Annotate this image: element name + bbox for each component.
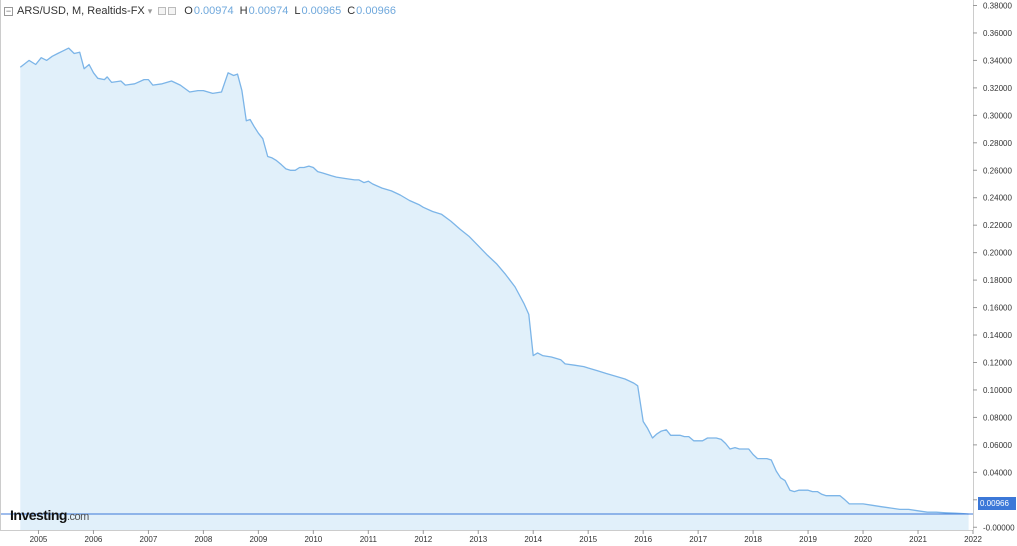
logo-brand: Investing xyxy=(10,507,67,523)
x-tick-label: 2005 xyxy=(30,535,48,544)
x-tick-label: 2017 xyxy=(689,535,707,544)
x-tick-label: 2007 xyxy=(140,535,158,544)
chart-legend: − ARS/USD, M, Realtids-FX ▾ O 0.00974 H 0.… xyxy=(4,3,396,19)
x-tick-label: 2010 xyxy=(304,535,322,544)
high-key: H xyxy=(239,5,248,17)
y-tick-label: 0.38000 xyxy=(983,1,1012,10)
x-tick-label: 2012 xyxy=(414,535,432,544)
x-tick-label: 2016 xyxy=(634,535,652,544)
open-value: 0.00974 xyxy=(193,5,234,17)
y-tick-label: 0.18000 xyxy=(983,276,1012,285)
collapse-icon[interactable]: − xyxy=(4,6,13,16)
x-tick-label: 2006 xyxy=(85,535,103,544)
x-tick-label: 2014 xyxy=(524,535,542,544)
high-value: 0.00974 xyxy=(248,5,289,17)
close-value: 0.00966 xyxy=(356,5,396,17)
x-tick-label: 2008 xyxy=(194,535,212,544)
y-tick-label: 0.08000 xyxy=(983,413,1012,422)
y-tick-label: 0.26000 xyxy=(983,166,1012,175)
symbol-label[interactable]: ARS/USD, M, Realtids-FX xyxy=(17,5,145,17)
x-tick-label: 2019 xyxy=(799,535,817,544)
y-tick-label: 0.14000 xyxy=(983,331,1012,340)
x-tick-label: 2022 xyxy=(964,535,982,544)
y-tick-label: 0.36000 xyxy=(983,29,1012,38)
x-tick-label: 2015 xyxy=(579,535,597,544)
y-tick-label: 0.30000 xyxy=(983,111,1012,120)
low-key: L xyxy=(294,5,301,17)
low-value: 0.00965 xyxy=(301,5,342,17)
price-chart[interactable]: -0.000000.020000.040000.060000.080000.10… xyxy=(0,0,1017,546)
x-tick-label: 2011 xyxy=(360,535,378,544)
y-tick-label: 0.04000 xyxy=(983,468,1012,477)
y-tick-label: 0.16000 xyxy=(983,304,1012,313)
x-tick-label: 2021 xyxy=(909,535,927,544)
logo-suffix: .com xyxy=(66,511,89,523)
current-price-label: 0.00966 xyxy=(978,497,1016,510)
y-tick-label: 0.06000 xyxy=(983,441,1012,450)
settings-square-icon[interactable] xyxy=(158,7,167,15)
open-key: O xyxy=(184,5,193,17)
x-tick-label: 2013 xyxy=(469,535,487,544)
y-tick-label: 0.12000 xyxy=(983,358,1012,367)
y-tick-label: 0.24000 xyxy=(983,194,1012,203)
x-tick-label: 2018 xyxy=(744,535,762,544)
y-tick-label: 0.34000 xyxy=(983,56,1012,65)
close-key: C xyxy=(347,5,356,17)
y-tick-label: -0.00000 xyxy=(983,523,1015,532)
hide-square-icon[interactable] xyxy=(168,7,177,15)
x-tick-label: 2009 xyxy=(249,535,267,544)
y-tick-label: 0.32000 xyxy=(983,84,1012,93)
y-tick-label: 0.28000 xyxy=(983,139,1012,148)
y-tick-label: 0.20000 xyxy=(983,249,1012,258)
series-area xyxy=(20,48,969,530)
y-tick-label: 0.22000 xyxy=(983,221,1012,230)
x-tick-label: 2020 xyxy=(854,535,872,544)
y-tick-label: 0.10000 xyxy=(983,386,1012,395)
investing-logo: Investing.com xyxy=(10,507,89,523)
chevron-down-icon[interactable]: ▾ xyxy=(148,6,153,17)
